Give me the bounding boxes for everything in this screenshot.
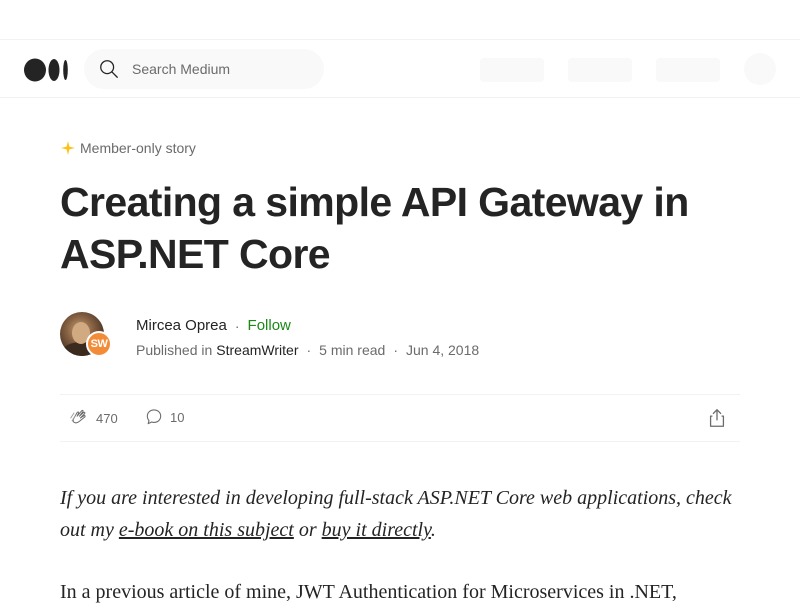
ebook-link[interactable]: e-book on this subject [119, 519, 294, 541]
article-title: Creating a simple API Gateway in ASP.NET… [60, 179, 689, 277]
nav-placeholder-signin[interactable] [656, 58, 720, 82]
author-block: SW Mircea Oprea · Follow Published in St… [60, 312, 740, 360]
publication-link[interactable]: StreamWriter [216, 342, 298, 358]
search-bar[interactable]: Search Medium [84, 49, 324, 89]
published-in-label: Published in [136, 342, 213, 358]
clap-icon [70, 409, 86, 424]
nav-placeholder-write[interactable] [480, 58, 544, 82]
intro-paragraph: If you are interested in developing full… [60, 482, 750, 546]
separator-dot: · [393, 342, 398, 358]
share-icon[interactable] [706, 407, 728, 429]
medium-logo-icon[interactable] [24, 58, 70, 82]
member-only-label: Member-only story [80, 140, 196, 156]
member-only-badge: Member-only story [60, 140, 196, 156]
follow-button[interactable]: Follow [248, 317, 291, 334]
nav-avatar-placeholder[interactable] [744, 53, 776, 85]
author-name[interactable]: Mircea Oprea [136, 317, 227, 334]
sparkle-star-icon [61, 141, 75, 155]
article-body: If you are interested in developing full… [60, 482, 750, 608]
clap-button[interactable]: 470 [68, 407, 118, 429]
separator-dot: · [234, 317, 240, 334]
publication-avatar[interactable]: SW [86, 331, 112, 357]
separator-dot: · [306, 342, 312, 358]
clap-count: 470 [96, 410, 118, 426]
response-count: 10 [170, 409, 185, 425]
author-name-row: Mircea Oprea · Follow [136, 317, 291, 334]
search-placeholder: Search Medium [132, 61, 231, 77]
comment-bubble-icon [146, 409, 162, 425]
nav-placeholder-signup[interactable] [568, 58, 632, 82]
read-time: 5 min read [319, 342, 386, 358]
navbar: Search Medium [0, 40, 800, 98]
buy-link[interactable]: buy it directly [322, 519, 431, 541]
body-paragraph: In a previous article of mine, JWT Authe… [60, 581, 677, 603]
article-actions-bar: 470 10 [60, 394, 740, 442]
article-meta: Published in StreamWriter · 5 min read ·… [136, 342, 479, 358]
publish-date: Jun 4, 2018 [405, 342, 480, 358]
intro-text-2: or [293, 519, 322, 541]
responses-button[interactable]: 10 [144, 407, 184, 427]
intro-text-3: . [430, 519, 436, 541]
top-strip [0, 0, 800, 40]
search-icon [100, 60, 118, 78]
